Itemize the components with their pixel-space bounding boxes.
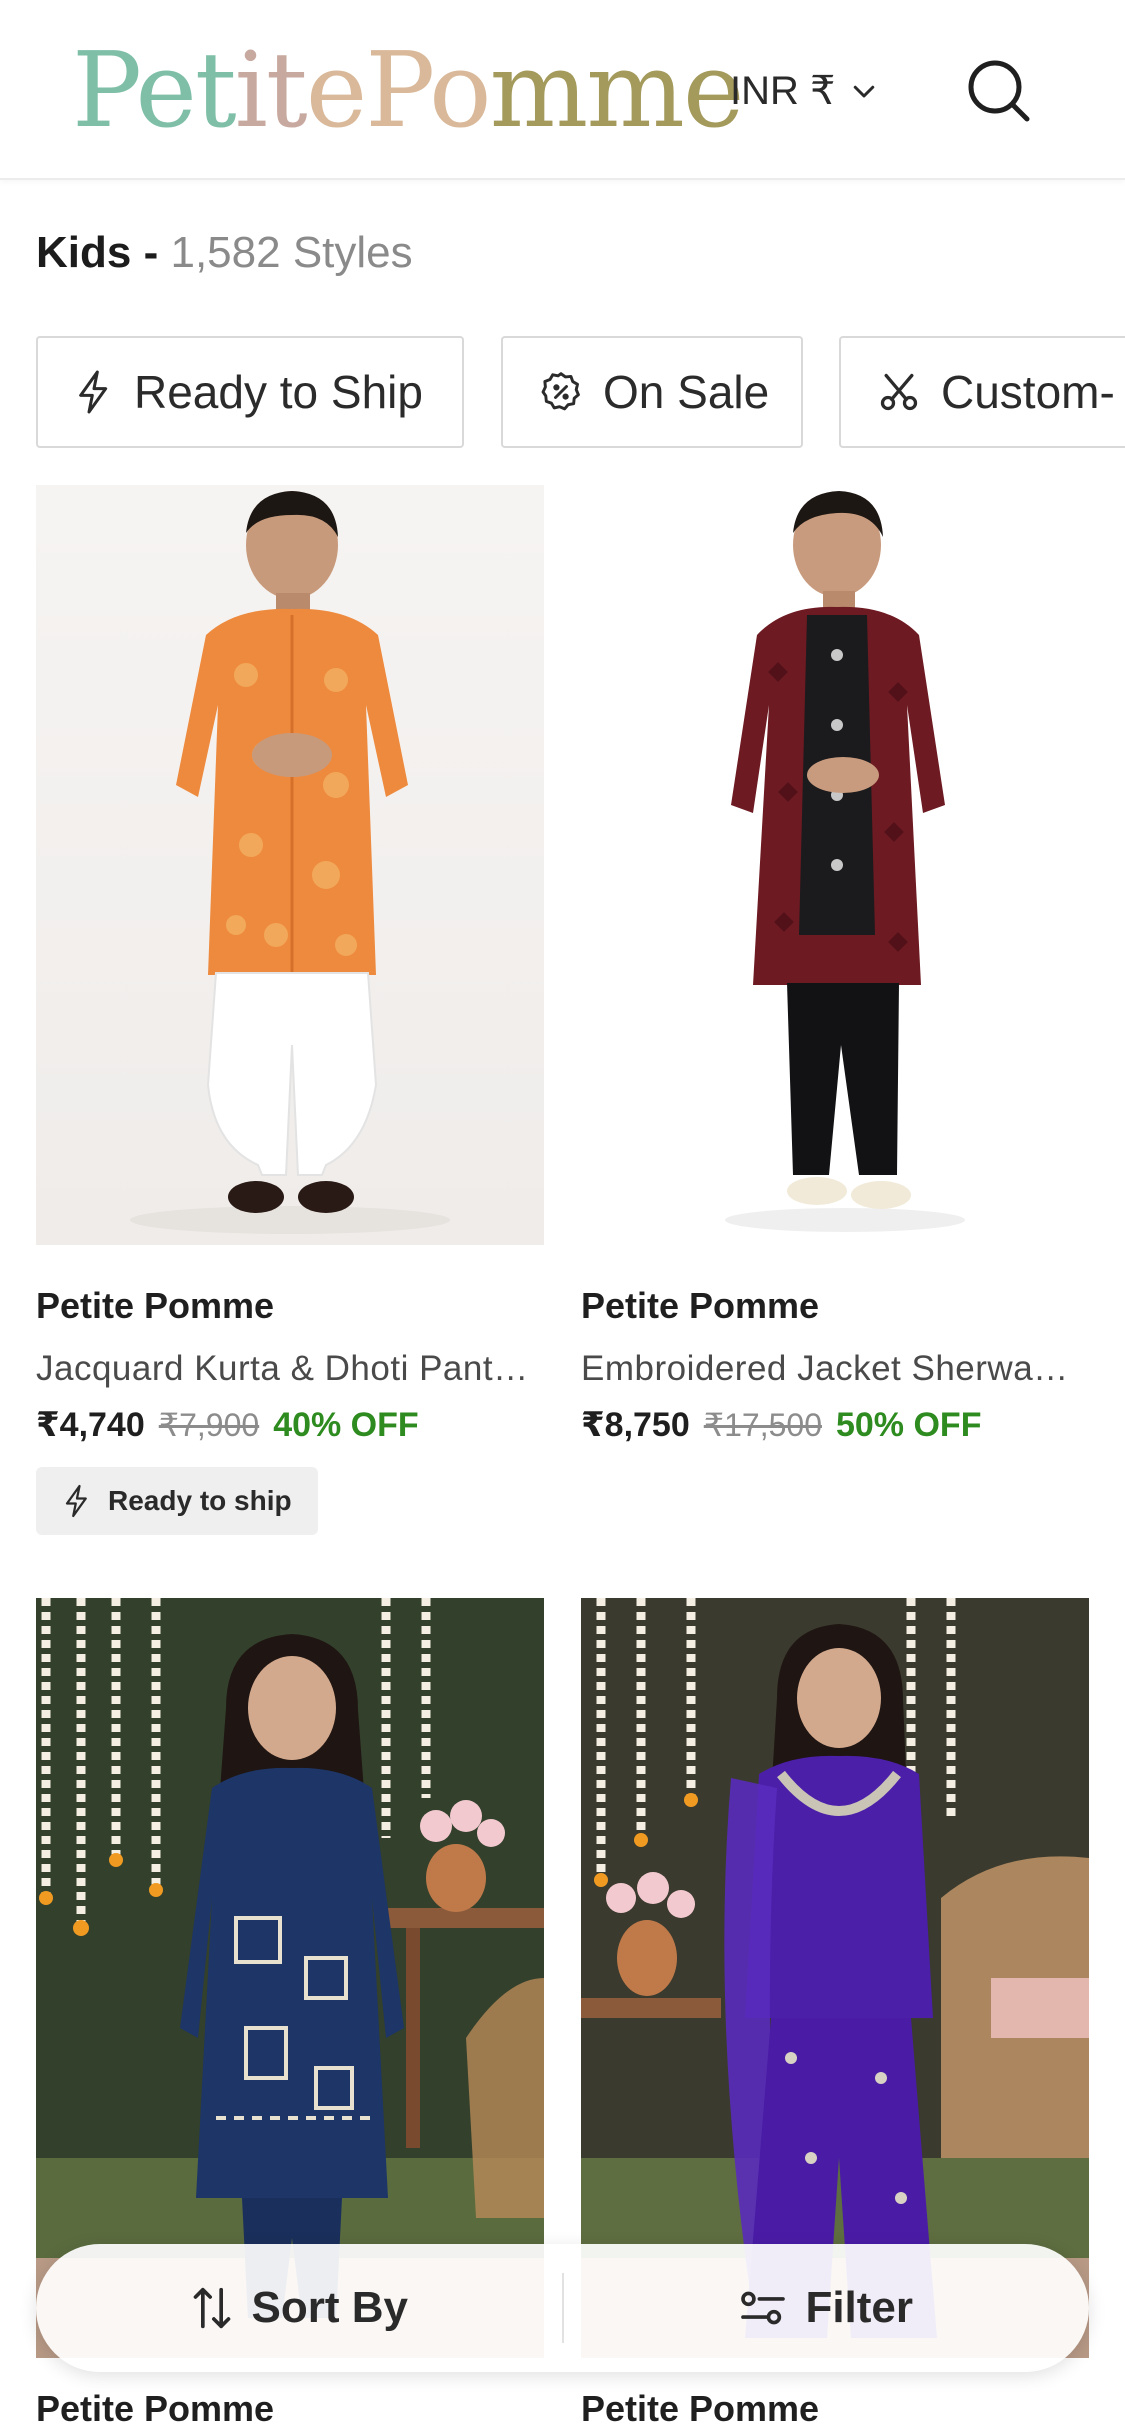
chip-label: Custom- — [941, 366, 1115, 418]
filter-label: Filter — [805, 2283, 914, 2332]
filter-button[interactable]: Filter — [564, 2244, 1090, 2372]
scissors-icon — [880, 373, 918, 411]
currency-selector[interactable]: INR ₹ — [730, 62, 879, 120]
chip-label: Ready to Ship — [134, 366, 423, 418]
ready-to-ship-tag: Ready to ship — [36, 1467, 318, 1535]
chip-on-sale[interactable]: On Sale — [501, 336, 803, 448]
product-card[interactable]: Petite Pomme Jacquard Kurta & Dhoti Pant… — [36, 485, 544, 1535]
sort-label: Sort By — [251, 2283, 408, 2332]
currency-label: INR ₹ — [730, 69, 836, 113]
sale-price: ₹4,740 — [36, 1406, 145, 1444]
chip-customizable[interactable]: Custom- — [839, 336, 1125, 448]
style-count: 1,582 Styles — [170, 228, 413, 277]
price-row: ₹4,740 ₹7,900 40% OFF — [36, 1405, 544, 1445]
chevron-down-icon — [854, 85, 875, 98]
product-card[interactable]: Petite Pomme Embroidered Jacket Sherwa… … — [581, 485, 1089, 1445]
quick-filter-chips: Ready to Ship On Sale Custom- — [36, 336, 1125, 450]
title-separator: - — [143, 228, 159, 277]
product-photo-boy-maroon-sherwani — [725, 491, 965, 1232]
product-brand: Petite Pomme — [581, 1285, 820, 1326]
filter-sliders-icon — [741, 2291, 786, 2325]
product-image[interactable] — [581, 485, 1089, 1245]
search-icon — [968, 60, 1030, 122]
product-brand: Petite Pomme — [36, 2388, 275, 2429]
chip-ready-to-ship[interactable]: Ready to Ship — [36, 336, 464, 448]
chip-label: On Sale — [603, 366, 770, 418]
tag-label: Ready to ship — [108, 1485, 292, 1516]
sort-arrows-icon — [193, 2287, 230, 2329]
header: PetitePomme INR ₹ — [0, 0, 1125, 180]
page-title: Kids - 1,582 Styles — [36, 228, 413, 278]
product-photo-boy-orange-kurta — [130, 491, 450, 1234]
discount-label: 40% OFF — [273, 1406, 419, 1444]
search-button[interactable] — [963, 55, 1035, 127]
sale-price: ₹8,750 — [581, 1406, 690, 1444]
product-brand: Petite Pomme — [581, 2388, 820, 2429]
product-name[interactable]: Embroidered Jacket Sherwa… — [581, 1349, 1089, 1389]
discount-label: 50% OFF — [835, 1406, 982, 1444]
logo-text: PetitePomme — [72, 29, 744, 151]
discount-badge-icon — [541, 372, 580, 411]
original-price: ₹7,900 — [158, 1407, 260, 1443]
category-name: Kids — [36, 228, 132, 277]
price-row: ₹8,750 ₹17,500 50% OFF — [581, 1405, 1089, 1445]
sort-button[interactable]: Sort By — [36, 2244, 562, 2372]
lightning-icon — [79, 370, 108, 414]
lightning-icon — [65, 1484, 87, 1518]
product-image[interactable] — [36, 485, 544, 1245]
logo[interactable]: PetitePomme — [72, 29, 744, 151]
original-price: ₹17,500 — [703, 1407, 822, 1443]
sort-filter-bar: Sort By Filter — [36, 2244, 1089, 2372]
product-brand: Petite Pomme — [36, 1285, 275, 1326]
product-name[interactable]: Jacquard Kurta & Dhoti Pant… — [36, 1349, 544, 1389]
